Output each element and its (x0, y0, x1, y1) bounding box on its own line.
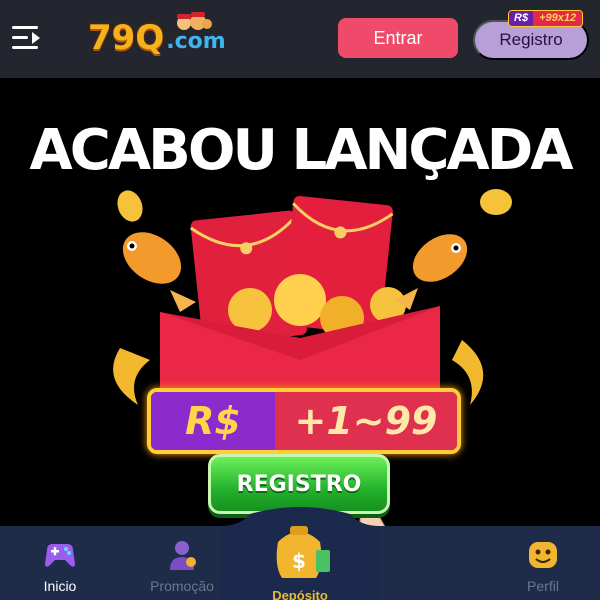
nav-item-inicio[interactable]: Inicio (25, 526, 95, 600)
nav-item-promocao[interactable]: Promoção (140, 526, 224, 600)
nav-label-promocao: Promoção (150, 578, 214, 594)
bonus-amount-bar: R$ +1~99 (147, 388, 461, 454)
svg-text:$: $ (292, 549, 306, 573)
nav-item-perfil[interactable]: Perfil (508, 526, 578, 600)
koi-fish-left-icon (122, 232, 196, 312)
bonus-range: +1~99 (275, 392, 457, 450)
nav-label-deposito: Depósito (272, 588, 328, 600)
nav-item-deposito[interactable]: $ Depósito (220, 506, 380, 600)
nav-label-perfil: Perfil (527, 578, 559, 594)
promo-headline: ACABOU LANÇADA (29, 118, 573, 183)
nav-label-inicio: Inicio (43, 578, 77, 594)
gamepad-icon (45, 544, 75, 567)
register-cta-button[interactable]: REGISTRO (208, 454, 390, 514)
smiley-icon (529, 542, 557, 568)
deposit-tab-shape: $ (220, 507, 380, 600)
promo-person-icon (170, 541, 196, 570)
koi-fish-right-icon (395, 234, 468, 310)
bonus-currency: R$ (151, 392, 275, 450)
